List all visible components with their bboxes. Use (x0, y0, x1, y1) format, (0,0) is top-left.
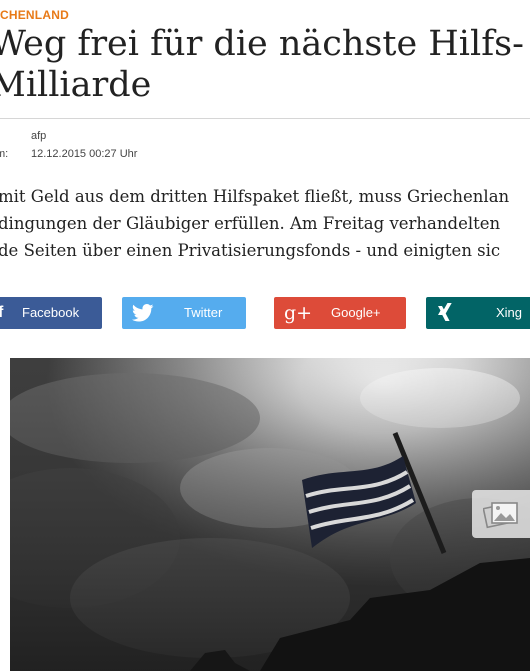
facebook-share-button[interactable]: f Facebook (0, 297, 102, 329)
xing-icon (436, 297, 456, 329)
headline-line-1: Weg frei für die nächste Hilfs- (0, 24, 524, 64)
googleplus-label: Google+ (331, 305, 381, 320)
teaser-line-1: mit Geld aus dem dritten Hilfspaket flie… (0, 187, 510, 206)
googleplus-icon: g+ (284, 302, 313, 324)
twitter-label: Twitter (184, 305, 223, 320)
article-photo[interactable] (10, 358, 530, 671)
googleplus-share-button[interactable]: g+ Google+ (274, 297, 406, 329)
date-value: 12.12.2015 00:27 Uhr (31, 148, 138, 160)
headline: Weg frei für die nächste Hilfs- Milliard… (0, 24, 530, 106)
facebook-label: Facebook (22, 305, 80, 320)
headline-line-2: Milliarde (0, 65, 152, 105)
twitter-icon (132, 297, 154, 329)
gallery-icon (482, 499, 519, 534)
twitter-share-button[interactable]: Twitter (122, 297, 246, 329)
xing-share-button[interactable]: Xing (426, 297, 530, 329)
teaser-text: mit Geld aus dem dritten Hilfspaket flie… (0, 183, 530, 264)
date-label: m: (0, 148, 9, 160)
facebook-icon: f (0, 304, 4, 321)
teaser-line-2: dingungen der Gläubiger erfüllen. Am Fre… (0, 214, 501, 233)
source-value: afp (31, 130, 47, 142)
teaser-line-3: de Seiten über einen Privatisierungsfond… (0, 241, 501, 260)
gallery-button[interactable] (472, 490, 530, 538)
kicker[interactable]: CHENLAND (0, 8, 69, 22)
divider (0, 118, 530, 119)
xing-label: Xing (496, 305, 523, 320)
